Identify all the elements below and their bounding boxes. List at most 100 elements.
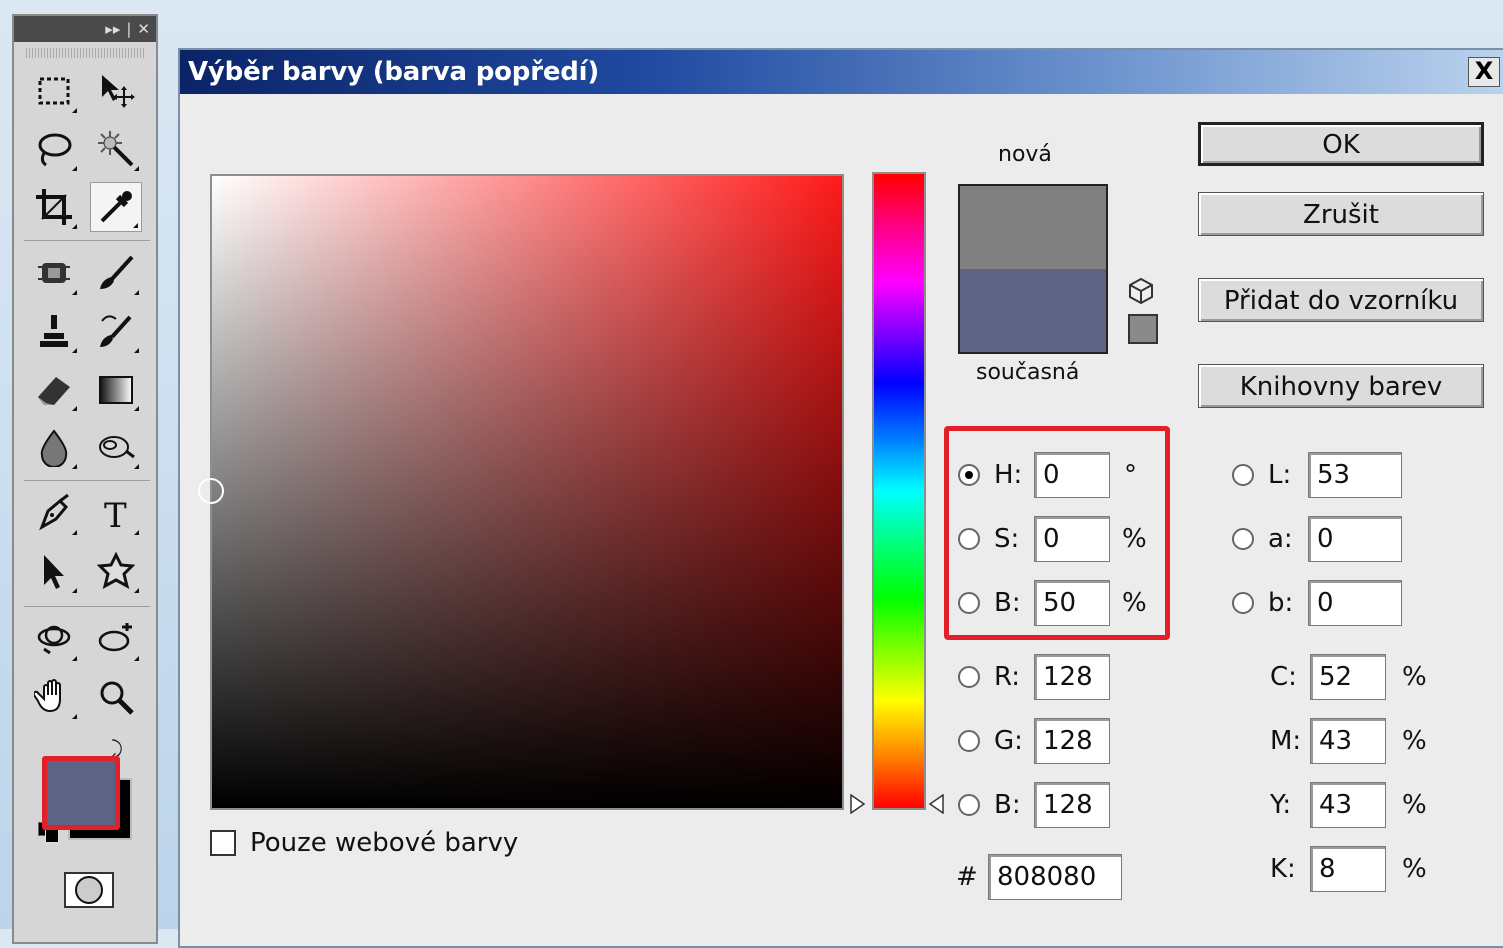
hex-label: # [956,862,978,892]
clone-stamp-tool-icon[interactable] [28,306,80,356]
red-row: R: 128 [958,652,1110,702]
web-colors-only-option[interactable]: Pouze webové barvy [210,828,518,858]
brightness-input[interactable]: 50 [1034,580,1110,626]
green-radio[interactable] [958,730,980,752]
color-field[interactable] [198,174,844,810]
red-label: R: [994,662,1021,692]
saturation-radio[interactable] [958,528,980,550]
move-tool-icon[interactable] [90,66,142,116]
brightness-unit: % [1122,588,1147,618]
hex-input[interactable]: 808080 [988,854,1122,900]
tools-panel: ▸▸ | ✕ T ⤸ [12,14,158,944]
green-label: G: [994,726,1023,756]
add-to-swatches-button[interactable]: Přidat do vzorníku [1198,278,1484,322]
blur-tool-icon[interactable] [28,422,80,472]
b-channel-row: b: 0 [1232,578,1402,628]
color-picker-dialog: Výběr barvy (barva popředí) X nová souča… [178,48,1503,948]
lasso-tool-icon[interactable] [28,124,80,174]
a-channel-input[interactable]: 0 [1308,516,1402,562]
brightness-radio[interactable] [958,592,980,614]
magenta-row: M: 43 % [1270,716,1427,766]
lightness-input[interactable]: 53 [1308,452,1402,498]
b-channel-radio[interactable] [1232,592,1254,614]
black-row: K: 8 % [1270,844,1427,894]
hex-row: # 808080 [956,852,1122,902]
color-field-picker[interactable] [198,478,224,504]
dialog-titlebar[interactable]: Výběr barvy (barva popředí) X [180,50,1503,94]
3d-orbit-tool-icon[interactable] [90,614,142,664]
a-channel-radio[interactable] [1232,528,1254,550]
blue-input[interactable]: 128 [1034,782,1110,828]
red-input[interactable]: 128 [1034,654,1110,700]
hue-label: H: [994,460,1023,490]
saturation-input[interactable]: 0 [1034,516,1110,562]
yellow-input[interactable]: 43 [1310,782,1386,828]
saturation-label: S: [994,524,1020,554]
green-input[interactable]: 128 [1034,718,1110,764]
history-brush-tool-icon[interactable] [90,306,142,356]
yellow-unit: % [1402,790,1427,820]
collapse-arrows-icon[interactable]: ▸▸ [105,20,120,38]
saturation-unit: % [1122,524,1147,554]
panel-grip[interactable] [26,48,144,58]
new-color-swatch [960,186,1106,269]
type-tool-icon[interactable]: T [90,488,142,538]
eyedropper-tool-icon[interactable] [90,182,142,232]
tools-panel-header: ▸▸ | ✕ [14,16,156,42]
eraser-tool-icon[interactable] [28,364,80,414]
yellow-row: Y: 43 % [1270,780,1427,830]
path-selection-tool-icon[interactable] [28,546,80,596]
gradient-tool-icon[interactable] [90,364,142,414]
new-color-label: nová [998,142,1052,167]
hue-radio[interactable] [958,464,980,486]
close-button[interactable]: X [1468,57,1500,87]
foreground-color-swatch[interactable] [42,756,120,830]
hue-slider-left-arrow-icon[interactable] [850,794,866,814]
hand-tool-icon[interactable] [28,672,80,722]
magenta-unit: % [1402,726,1427,756]
zoom-tool-icon[interactable] [90,672,142,722]
marquee-tool-icon[interactable] [28,66,80,116]
blue-row: B: 128 [958,780,1110,830]
cyan-unit: % [1402,662,1427,692]
green-row: G: 128 [958,716,1110,766]
magenta-input[interactable]: 43 [1310,718,1386,764]
blue-label: B: [994,790,1021,820]
separator: | [126,20,132,38]
color-compare-swatch [958,184,1108,354]
black-label: K: [1270,854,1296,884]
magenta-label: M: [1270,726,1302,756]
hue-slider[interactable] [872,172,926,810]
3d-rotate-tool-icon[interactable] [28,614,80,664]
brush-tool-icon[interactable] [90,248,142,298]
dodge-tool-icon[interactable] [90,422,142,472]
healing-brush-tool-icon[interactable] [28,248,80,298]
a-channel-label: a: [1268,524,1293,554]
hue-input[interactable]: 0 [1034,452,1110,498]
web-colors-only-checkbox[interactable] [210,830,236,856]
close-icon[interactable]: ✕ [137,20,150,38]
quick-mask-icon[interactable] [64,872,114,908]
pen-tool-icon[interactable] [28,488,80,538]
blue-radio[interactable] [958,794,980,816]
black-input[interactable]: 8 [1310,846,1386,892]
cancel-button[interactable]: Zrušit [1198,192,1484,236]
current-color-label: současná [976,360,1080,385]
color-libraries-button[interactable]: Knihovny barev [1198,364,1484,408]
web-safe-color-swatch[interactable] [1128,314,1158,344]
magic-wand-tool-icon[interactable] [90,124,142,174]
a-channel-row: a: 0 [1232,514,1402,564]
red-radio[interactable] [958,666,980,688]
hue-unit: ° [1124,460,1137,490]
cyan-input[interactable]: 52 [1310,654,1386,700]
out-of-gamut-cube-icon[interactable] [1126,276,1156,306]
b-channel-input[interactable]: 0 [1308,580,1402,626]
current-color-swatch[interactable] [960,269,1106,352]
custom-shape-tool-icon[interactable] [90,546,142,596]
hue-slider-right-arrow-icon[interactable] [928,794,944,814]
lightness-radio[interactable] [1232,464,1254,486]
ok-button[interactable]: OK [1198,122,1484,166]
crop-tool-icon[interactable] [28,182,80,232]
hue-row: H: 0 ° [958,450,1137,500]
brightness-row: B: 50 % [958,578,1147,628]
